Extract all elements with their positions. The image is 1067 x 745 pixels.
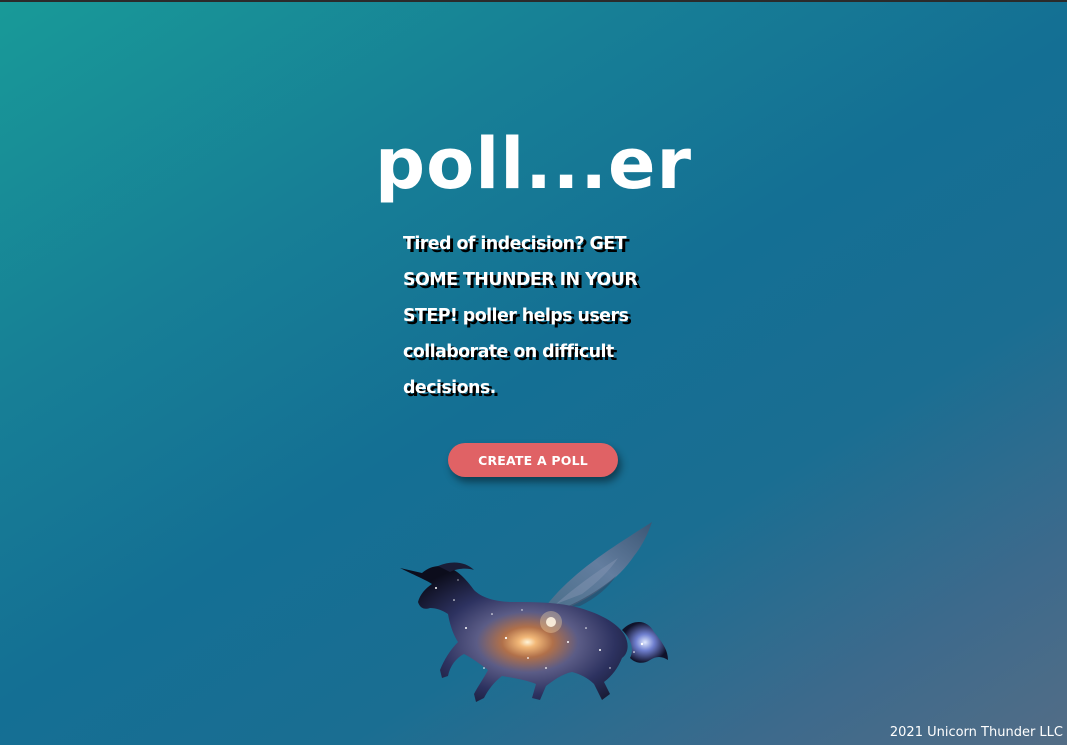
create-poll-button[interactable]: CREATE A POLL bbox=[448, 443, 618, 477]
tagline: Tired of indecision? GET SOME THUNDER IN… bbox=[403, 234, 638, 398]
hero-section: poll...er Tired of indecision? GET SOME … bbox=[0, 0, 1067, 745]
app-title: poll...er bbox=[375, 123, 692, 205]
footer-copyright: 2021 Unicorn Thunder LLC bbox=[889, 725, 1063, 740]
winged-unicorn-icon bbox=[400, 522, 668, 702]
